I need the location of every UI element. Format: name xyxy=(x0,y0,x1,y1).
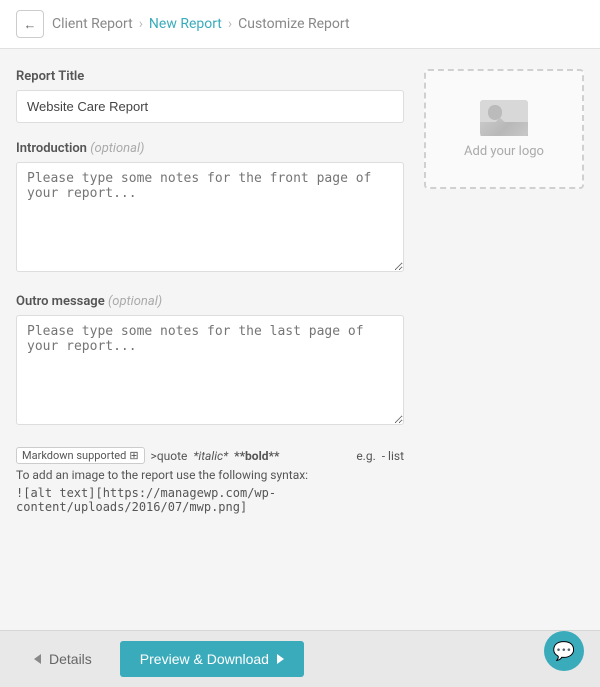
breadcrumb: Client Report › New Report › Customize R… xyxy=(52,16,350,32)
report-title-label: Report Title xyxy=(16,69,404,84)
markdown-section: Markdown supported ⊞ >quote *italic* **b… xyxy=(16,447,404,514)
logo-label: Add your logo xyxy=(464,144,544,159)
introduction-textarea[interactable] xyxy=(16,162,404,272)
markdown-row: Markdown supported ⊞ >quote *italic* **b… xyxy=(16,447,404,464)
markdown-label: Markdown supported xyxy=(22,449,126,462)
page-header: ← Client Report › New Report › Customize… xyxy=(0,0,600,49)
markdown-quote: >quote xyxy=(151,449,188,463)
outro-textarea[interactable] xyxy=(16,315,404,425)
chat-bubble[interactable]: 💬 xyxy=(544,631,584,671)
markdown-bold: **bold** xyxy=(234,449,279,463)
markdown-icon: ⊞ xyxy=(129,449,138,462)
outro-optional: (optional) xyxy=(108,294,162,309)
report-title-input[interactable] xyxy=(16,90,404,123)
logo-placeholder-icon xyxy=(480,100,528,136)
markdown-italic: *italic* xyxy=(193,449,228,463)
preview-label: Preview & Download xyxy=(140,651,269,667)
details-label: Details xyxy=(49,651,92,667)
markdown-image-note: To add an image to the report use the fo… xyxy=(16,468,404,482)
breadcrumb-sep-2: › xyxy=(228,16,232,32)
markdown-image-syntax: ![alt text][https://managewp.com/wp-cont… xyxy=(16,486,404,514)
chevron-left-icon xyxy=(34,654,41,664)
markdown-badge: Markdown supported ⊞ xyxy=(16,447,145,464)
breadcrumb-customize-report: Customize Report xyxy=(238,16,349,32)
breadcrumb-new-report[interactable]: New Report xyxy=(149,16,222,32)
report-title-group: Report Title xyxy=(16,69,404,123)
chevron-right-icon xyxy=(277,654,284,664)
preview-download-button[interactable]: Preview & Download xyxy=(120,641,304,677)
left-column: Report Title Introduction (optional) Out… xyxy=(16,69,404,514)
introduction-group: Introduction (optional) xyxy=(16,141,404,276)
image-placeholder-svg xyxy=(480,100,528,136)
logo-upload-box[interactable]: Add your logo xyxy=(424,69,584,189)
back-icon: ← xyxy=(24,17,37,32)
introduction-label: Introduction (optional) xyxy=(16,141,404,156)
markdown-eg: e.g. xyxy=(356,449,375,463)
footer: Details Preview & Download xyxy=(0,630,600,687)
introduction-optional: (optional) xyxy=(90,141,144,156)
markdown-list: - list xyxy=(382,449,404,463)
details-button[interactable]: Details xyxy=(16,641,110,677)
outro-group: Outro message (optional) xyxy=(16,294,404,429)
right-column: Add your logo xyxy=(424,69,584,189)
form-layout: Report Title Introduction (optional) Out… xyxy=(16,69,584,514)
main-content: Report Title Introduction (optional) Out… xyxy=(0,49,600,534)
chat-icon: 💬 xyxy=(553,641,575,662)
outro-label: Outro message (optional) xyxy=(16,294,404,309)
breadcrumb-client-report: Client Report xyxy=(52,16,133,32)
back-button[interactable]: ← xyxy=(16,10,44,38)
breadcrumb-sep-1: › xyxy=(139,16,143,32)
